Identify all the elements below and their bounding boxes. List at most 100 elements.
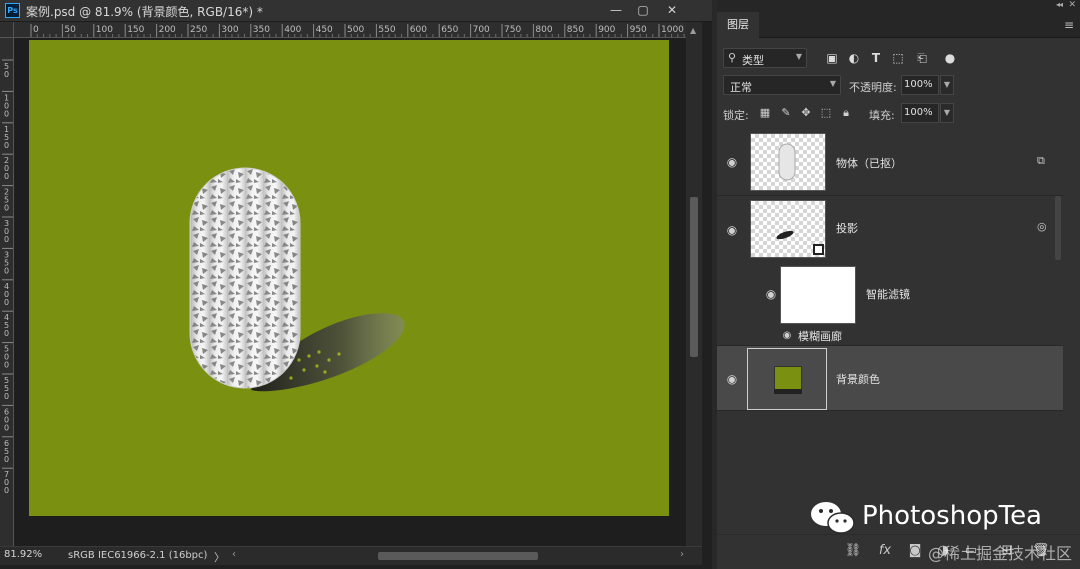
- visibility-eye-icon[interactable]: ◉: [763, 288, 779, 300]
- maximize-button[interactable]: ▢: [631, 2, 655, 19]
- zoom-level[interactable]: 81.92%: [4, 549, 50, 563]
- layers-panel: ◂◂ ✕ 图层 ≡ ⚲ 类型 ▼ ▣ ◐ T ⬚ ⎗ ● 正常 ▼ 不透明度: …: [717, 0, 1080, 569]
- fx-icon[interactable]: fx: [875, 541, 895, 561]
- ruler-tick-label: 0: [4, 455, 9, 464]
- adjustment-filter-icon[interactable]: ◐: [845, 49, 863, 67]
- document-title: 案例.psd @ 81.9% (背景颜色, RGB/16*) *: [26, 5, 263, 19]
- layer-name[interactable]: 物体（已抠）: [836, 155, 902, 171]
- watermark-brand: PhotoshopTea: [808, 498, 1058, 538]
- status-bar: 81.92% sRGB IEC61966-2.1 (16bpc) 〉 ‹ ›: [0, 546, 702, 565]
- layer-thumbnail: [750, 200, 826, 258]
- lock-position-icon[interactable]: ✥: [798, 105, 814, 121]
- link-icon[interactable]: ⛓: [843, 541, 863, 561]
- scroll-right-arrow-icon[interactable]: ›: [680, 549, 684, 560]
- lock-all-icon[interactable]: 🔒︎: [838, 105, 854, 121]
- ruler-corner[interactable]: [0, 22, 14, 38]
- vertical-scroll-thumb[interactable]: [690, 197, 698, 357]
- ruler-tick-label: 0: [4, 266, 9, 275]
- layer-thumbnail: [750, 133, 826, 191]
- opacity-input[interactable]: 100%: [901, 75, 939, 95]
- scroll-up-arrow-icon[interactable]: ▲: [690, 26, 696, 35]
- layer-name[interactable]: 投影: [836, 220, 858, 236]
- shadow-thumb-icon: [776, 230, 824, 255]
- photoshop-icon: Ps: [5, 3, 20, 18]
- ruler-tick-label: 1000: [661, 25, 684, 35]
- filter-toggle-icon[interactable]: ●: [941, 49, 959, 67]
- lock-label: 锁定:: [723, 109, 749, 122]
- ruler-tick-label: 250: [190, 25, 207, 35]
- ruler-tick-label: 850: [567, 25, 584, 35]
- lock-row: 锁定: ▦ ✎ ✥ ⬚ 🔒︎ 填充: 100% ▼: [717, 101, 1080, 127]
- blend-mode-value: 正常: [730, 81, 752, 94]
- minimize-button[interactable]: —: [604, 2, 628, 19]
- shape-filter-icon[interactable]: ⬚: [889, 49, 907, 67]
- visibility-eye-icon[interactable]: ◉: [724, 224, 740, 236]
- layer-list: ◉ 物体（已抠） ⧉ ◉ 投影 ◎ ◉ 智能滤镜 ◉ 模糊画廊 ◉ 背景颜色: [717, 128, 1063, 534]
- filter-row: ⚲ 类型 ▼ ▣ ◐ T ⬚ ⎗ ●: [717, 45, 1080, 71]
- layer-list-scroll-thumb[interactable]: [1055, 196, 1061, 260]
- opacity-dropdown-icon[interactable]: ▼: [940, 75, 954, 95]
- wechat-logo-icon: [811, 502, 855, 534]
- ruler-tick-label: 600: [410, 25, 427, 35]
- collapse-panel-icon[interactable]: ◂◂: [1056, 0, 1063, 9]
- tab-layers[interactable]: 图层: [717, 12, 759, 38]
- fill-input[interactable]: 100%: [901, 103, 939, 123]
- canvas[interactable]: [29, 40, 669, 516]
- lock-transparent-icon[interactable]: ▦: [757, 105, 773, 121]
- filter-item-label[interactable]: 模糊画廊: [798, 328, 842, 344]
- ruler-tick-label: 0: [4, 172, 9, 181]
- ruler-tick-label: 0: [4, 423, 9, 432]
- layer-row-object[interactable]: ◉ 物体（已抠） ⧉: [717, 128, 1063, 196]
- layer-name[interactable]: 背景颜色: [836, 371, 880, 387]
- ruler-tick-label: 0: [4, 298, 9, 307]
- fill-dropdown-icon[interactable]: ▼: [940, 103, 954, 123]
- image-filter-icon[interactable]: ▣: [823, 49, 841, 67]
- layer-row-background[interactable]: ◉ 背景颜色: [717, 346, 1063, 411]
- panel-menu-icon[interactable]: ≡: [1064, 18, 1074, 32]
- ruler-tick-label: 100: [96, 25, 113, 35]
- scroll-left-arrow-icon[interactable]: ‹: [232, 549, 236, 560]
- canvas-artwork: [189, 167, 405, 392]
- lock-paint-icon[interactable]: ✎: [778, 105, 794, 121]
- ruler-tick-label: 0: [4, 109, 9, 118]
- smart-object-filter-icon[interactable]: ⎗: [913, 49, 931, 67]
- mask-icon[interactable]: ◙: [905, 541, 925, 561]
- layer-filter-select[interactable]: ⚲ 类型 ▼: [723, 48, 807, 68]
- watermark-brand-text: PhotoshopTea: [862, 501, 1042, 531]
- ruler-tick-label: 50: [64, 25, 76, 35]
- ruler-tick-label: 800: [535, 25, 552, 35]
- visibility-eye-icon[interactable]: ◉: [779, 330, 795, 342]
- smart-object-badge-icon: ⧉: [1037, 154, 1045, 167]
- ruler-tick-label: 0: [4, 70, 9, 79]
- smart-filters-row[interactable]: ◉ 智能滤镜 ◉ 模糊画廊: [717, 260, 1063, 346]
- ruler-tick-label: 0: [4, 141, 9, 150]
- close-button[interactable]: ✕: [660, 2, 684, 19]
- layer-thumbnail-selected-frame: [747, 348, 827, 410]
- smart-filters-label[interactable]: 智能滤镜: [866, 286, 910, 302]
- watermark-juejin-text: @稀土掘金技术社区: [928, 544, 1073, 563]
- status-menu-arrow-icon[interactable]: 〉: [214, 549, 225, 565]
- ruler-tick-label: 0: [33, 25, 39, 35]
- panel-top-strip: ◂◂ ✕: [717, 0, 1080, 12]
- visibility-eye-icon[interactable]: ◉: [724, 373, 740, 385]
- lock-artboard-icon[interactable]: ⬚: [818, 105, 834, 121]
- blend-mode-select[interactable]: 正常 ▼: [723, 75, 841, 95]
- type-filter-icon[interactable]: T: [867, 49, 885, 67]
- horizontal-scrollbar[interactable]: ‹ ›: [232, 549, 684, 562]
- horizontal-scroll-thumb[interactable]: [378, 552, 538, 560]
- visibility-eye-icon[interactable]: ◉: [724, 156, 740, 168]
- vertical-ruler[interactable]: 5010015020025030035040045050055060065070…: [0, 38, 14, 546]
- ruler-tick-label: 450: [316, 25, 333, 35]
- close-panel-icon[interactable]: ✕: [1068, 0, 1076, 10]
- smart-filter-badge-icon: ◎: [1037, 220, 1047, 233]
- panel-tab-bar: 图层 ≡: [717, 12, 1080, 38]
- ruler-tick-label: 300: [221, 25, 238, 35]
- layer-row-shadow[interactable]: ◉ 投影 ◎: [717, 196, 1063, 260]
- color-profile-info[interactable]: sRGB IEC61966-2.1 (16bpc): [68, 550, 207, 561]
- ruler-tick-label: 0: [4, 204, 9, 213]
- vertical-scrollbar[interactable]: ▲: [686, 22, 702, 546]
- ruler-tick-label: 150: [127, 25, 144, 35]
- document-title-bar[interactable]: Ps 案例.psd @ 81.9% (背景颜色, RGB/16*) * — ▢ …: [0, 0, 712, 22]
- horizontal-ruler[interactable]: 0 50 100 150 200 250 300 350 400 450 500 550 600 650 7…: [14, 22, 686, 38]
- chevron-down-icon: ▼: [795, 52, 802, 61]
